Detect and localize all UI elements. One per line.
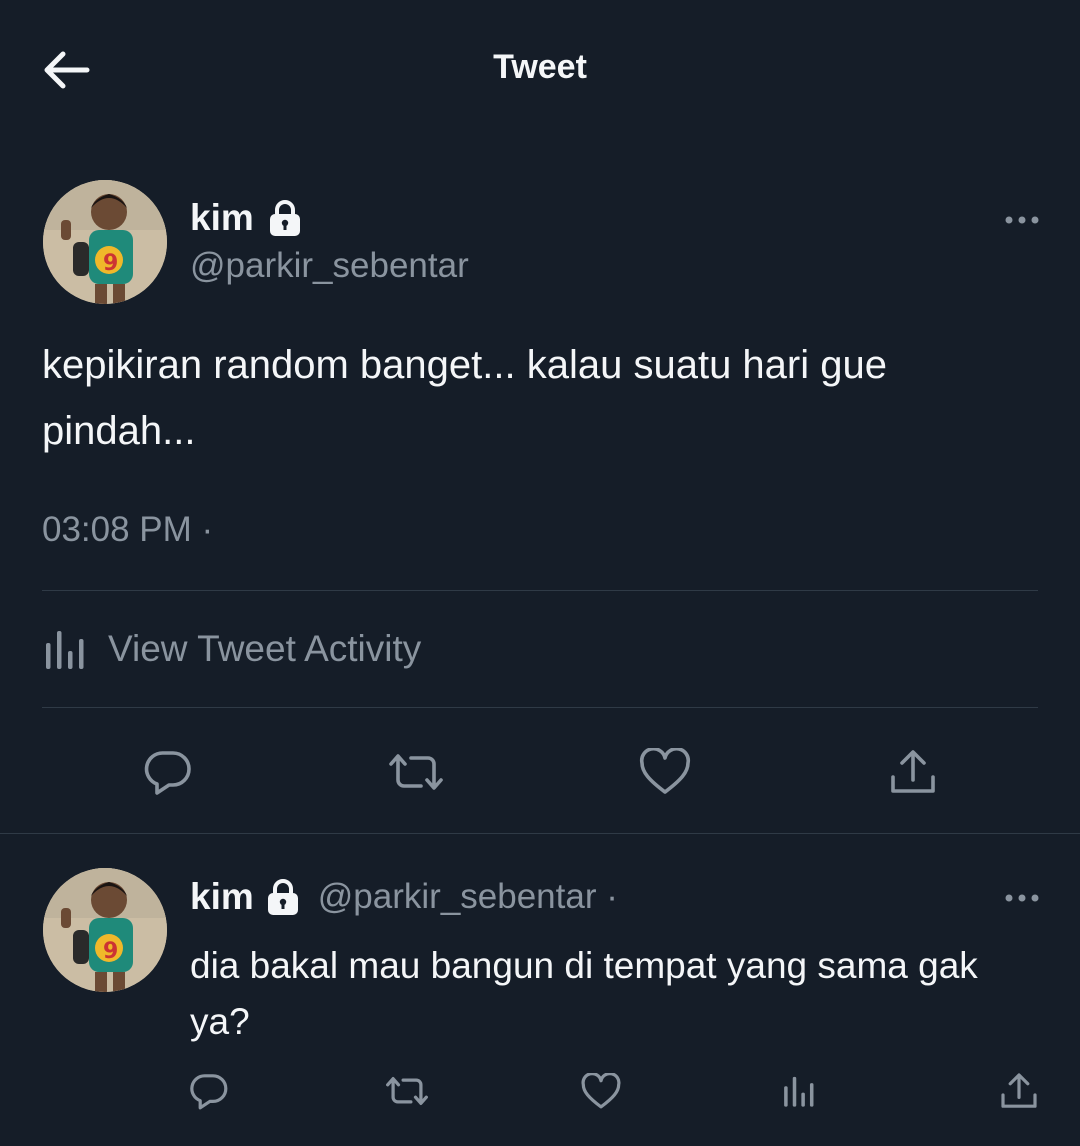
retweet-icon: [386, 1077, 428, 1105]
reply-analytics-button[interactable]: [774, 1066, 824, 1116]
reply-more-options-button[interactable]: [997, 883, 1047, 913]
lock-icon: [267, 879, 298, 915]
reply-author-handle[interactable]: @parkir_sebentar ·: [318, 877, 618, 917]
tweet-timestamp[interactable]: 03:08 PM ·: [42, 510, 213, 550]
divider: [0, 833, 1080, 834]
author-handle[interactable]: @parkir_sebentar: [190, 246, 469, 286]
share-icon: [891, 750, 935, 793]
activity-label: View Tweet Activity: [108, 628, 422, 669]
retweet-button[interactable]: [383, 740, 449, 804]
svg-text:9: 9: [103, 939, 118, 964]
reply-share-button[interactable]: [994, 1066, 1044, 1116]
reply-button[interactable]: [136, 740, 200, 804]
tweet-text: kepikiran random banget... kalau suatu h…: [42, 343, 887, 453]
heart-icon: [581, 1072, 621, 1108]
avatar[interactable]: 9: [43, 180, 167, 304]
more-options-button[interactable]: [997, 205, 1047, 235]
reply-author-name[interactable]: kim: [190, 876, 254, 918]
reply-author-row: kim @parkir_sebentar ·: [190, 876, 618, 918]
more-horizontal-icon: [1005, 216, 1039, 224]
analytics-icon: [784, 1076, 814, 1107]
author-name[interactable]: kim: [190, 197, 254, 239]
reply-icon: [190, 1074, 228, 1110]
reply-retweet-button[interactable]: [380, 1066, 434, 1116]
share-icon: [1001, 1073, 1037, 1108]
heart-icon: [639, 748, 691, 794]
divider: [42, 590, 1038, 591]
tweet-detail-screen: Tweet 9 kim @parkir_sebentar kepikiran r…: [0, 0, 1080, 1146]
svg-text:9: 9: [103, 251, 118, 276]
page-title: Tweet: [493, 48, 587, 86]
retweet-icon: [389, 754, 443, 790]
analytics-icon: [46, 631, 84, 669]
lock-icon: [269, 200, 300, 236]
reply-tweet-text: dia bakal mau bangun di tempat yang sama…: [190, 945, 978, 1042]
reply-icon: [144, 751, 191, 795]
share-button[interactable]: [880, 740, 946, 804]
divider: [42, 707, 1038, 708]
reply-reply-button[interactable]: [184, 1066, 234, 1116]
view-tweet-activity-button[interactable]: View Tweet Activity: [42, 614, 421, 684]
reply-avatar[interactable]: 9: [43, 868, 167, 992]
like-button[interactable]: [632, 740, 698, 804]
reply-like-button[interactable]: [576, 1066, 626, 1116]
author-name-row: kim: [190, 197, 302, 239]
more-horizontal-icon: [1005, 894, 1039, 902]
